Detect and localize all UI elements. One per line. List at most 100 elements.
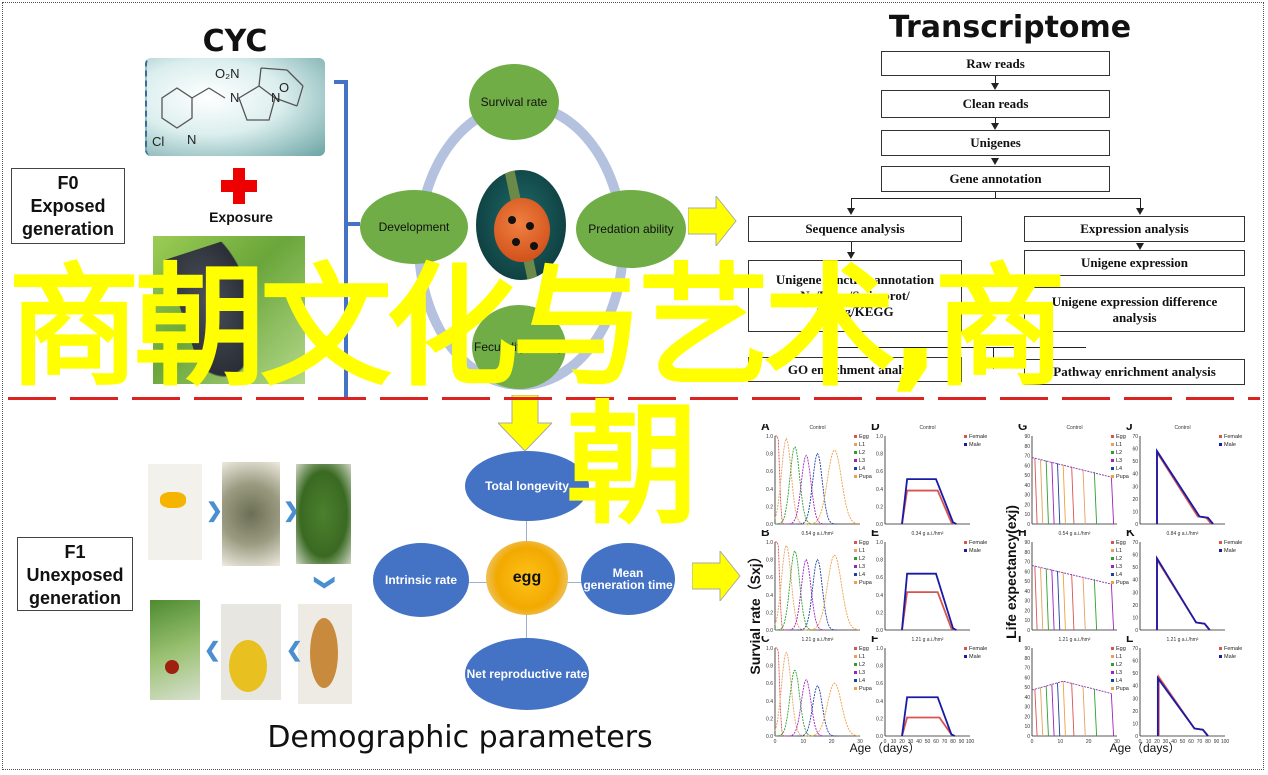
y-tick-label: 1.0 xyxy=(766,540,773,546)
panel-title: 0.84 g a.i./hm² xyxy=(1167,531,1199,537)
legend-marker xyxy=(854,671,857,674)
arrow-icon xyxy=(1136,243,1144,250)
x-tick-label: 100 xyxy=(966,739,975,745)
y-tick-label: 20 xyxy=(1024,714,1030,720)
legend-label: Male xyxy=(969,654,981,660)
y-tick-label: 10 xyxy=(1132,721,1138,727)
y-tick-label: 70 xyxy=(1024,454,1030,460)
molecule-diagram: O₂N N N O Cl N xyxy=(152,66,304,149)
panel-letter: K xyxy=(1126,530,1135,539)
legend-marker xyxy=(1111,557,1114,560)
x-tick-label: 60 xyxy=(933,739,939,745)
egg-center: egg xyxy=(486,541,568,615)
legend-marker xyxy=(854,663,857,666)
legend-marker xyxy=(1111,541,1114,544)
stage-drop-line xyxy=(1051,569,1055,631)
panel-title: 0.54 g a.i./hm² xyxy=(802,531,834,537)
legend-label: L3 xyxy=(859,670,865,676)
x-tick-label: 0 xyxy=(1031,739,1034,745)
stage-drop-line xyxy=(1034,458,1038,525)
legend-marker xyxy=(1111,475,1114,478)
y-tick-label: 0.2 xyxy=(876,716,883,722)
x-tick-label: 60 xyxy=(1188,739,1194,745)
y-tick-label: 80 xyxy=(1024,550,1030,556)
y-tick-label: 0.6 xyxy=(766,469,773,475)
legend-marker xyxy=(964,435,967,438)
panel-letter: J xyxy=(1126,424,1133,433)
legend-marker xyxy=(964,647,967,650)
stage-drop-line xyxy=(1034,689,1038,737)
legend-label: L3 xyxy=(859,564,865,570)
y-tick-label: 60 xyxy=(1024,675,1030,681)
y-tick-label: 70 xyxy=(1132,646,1138,652)
stage-drop-line xyxy=(1040,459,1044,525)
demographic-title: Demographic parameters xyxy=(267,720,653,755)
y-tick-label: 0.0 xyxy=(876,522,883,528)
flow-clean-reads: Clean reads xyxy=(881,90,1110,118)
legend-label: L1 xyxy=(1116,654,1122,660)
y-tick-label: 0.6 xyxy=(876,575,883,581)
panel-letter: I xyxy=(1018,636,1021,645)
flow-raw-reads: Raw reads xyxy=(881,51,1110,76)
x-tick-label: 20 xyxy=(899,739,905,745)
panel-title: Control xyxy=(919,425,935,431)
stage-drop-line xyxy=(1082,469,1086,525)
x-tick-label: 0 xyxy=(1139,739,1142,745)
f0-generation-box: F0 Exposed generation xyxy=(11,168,125,244)
adult-ladybug-photo xyxy=(150,600,200,700)
y-tick-label: 0.2 xyxy=(876,504,883,510)
legend-label: Female xyxy=(1224,646,1242,652)
y-tick-label: 40 xyxy=(1024,589,1030,595)
stage-drop-line xyxy=(1062,681,1066,737)
arrow-icon xyxy=(991,158,999,165)
chart-panel-l: L 1.21 g a.i./hm²0102030405060700 10 20 30 40… xyxy=(1126,636,1242,745)
legend-label: L4 xyxy=(1116,678,1122,684)
bracket-line xyxy=(334,80,348,84)
x-tick-label: 30 xyxy=(1163,739,1169,745)
y-tick-label: 50 xyxy=(1024,685,1030,691)
y-tick-label: 0.6 xyxy=(876,681,883,687)
y-tick-label: 0.4 xyxy=(876,593,883,599)
larva-leaf-photo xyxy=(296,464,351,564)
chart-panel-f: F 1.21 g a.i./hm² 0.0 0.2 0.4 0.6 0.8 1.0 0 10 20 3… xyxy=(871,636,987,745)
y-tick-label: 20 xyxy=(1132,497,1138,503)
y-tick-label: 80 xyxy=(1024,444,1030,450)
y-tick-label: 0.2 xyxy=(766,716,773,722)
y-tick-label: 70 xyxy=(1132,540,1138,546)
node-mean-generation-time: Mean generation time xyxy=(581,543,675,615)
legend-label: L3 xyxy=(1116,564,1122,570)
legend-marker xyxy=(1219,655,1222,658)
x-tick-label: 30 xyxy=(857,739,863,745)
legend-marker xyxy=(1219,647,1222,650)
legend-marker xyxy=(854,443,857,446)
panel-title: Control xyxy=(1174,425,1190,431)
legend-label: L2 xyxy=(859,662,865,668)
node-net-reproductive-rate: Net reproductive rate xyxy=(465,638,589,710)
legend-label: L4 xyxy=(859,572,865,578)
cyc-title: CYC xyxy=(202,24,268,59)
x-tick-label: 0 xyxy=(884,739,887,745)
x-tick-label: 20 xyxy=(829,739,835,745)
legend-marker xyxy=(1111,687,1114,690)
x-tick-label: 20 xyxy=(1154,739,1160,745)
overlay-watermark-line1: 商朝文化与艺术,商 xyxy=(8,251,1066,405)
arrow-icon xyxy=(1136,208,1144,215)
stage-drop-line xyxy=(1110,475,1115,525)
y-tick-label: 10 xyxy=(1024,724,1030,730)
y-tick-label: 70 xyxy=(1024,560,1030,566)
y-tick-label: 1.0 xyxy=(766,434,773,440)
x-tick-label: 10 xyxy=(1058,739,1064,745)
y-tick-label: 30 xyxy=(1132,484,1138,490)
legend-label: L3 xyxy=(1116,670,1122,676)
y-tick-label: 40 xyxy=(1024,695,1030,701)
y-tick-label: 70 xyxy=(1024,666,1030,672)
y-tick-label: 0 xyxy=(1135,522,1138,528)
y-tick-label: 50 xyxy=(1132,671,1138,677)
y-tick-label: 1.0 xyxy=(876,434,883,440)
panel-letter: F xyxy=(871,636,878,645)
x-tick-label: 40 xyxy=(1171,739,1177,745)
series-line-pupa xyxy=(804,449,860,525)
x-tick-label: 70 xyxy=(942,739,948,745)
y-tick-label: 80 xyxy=(1024,656,1030,662)
stage-drop-line xyxy=(1082,686,1086,737)
